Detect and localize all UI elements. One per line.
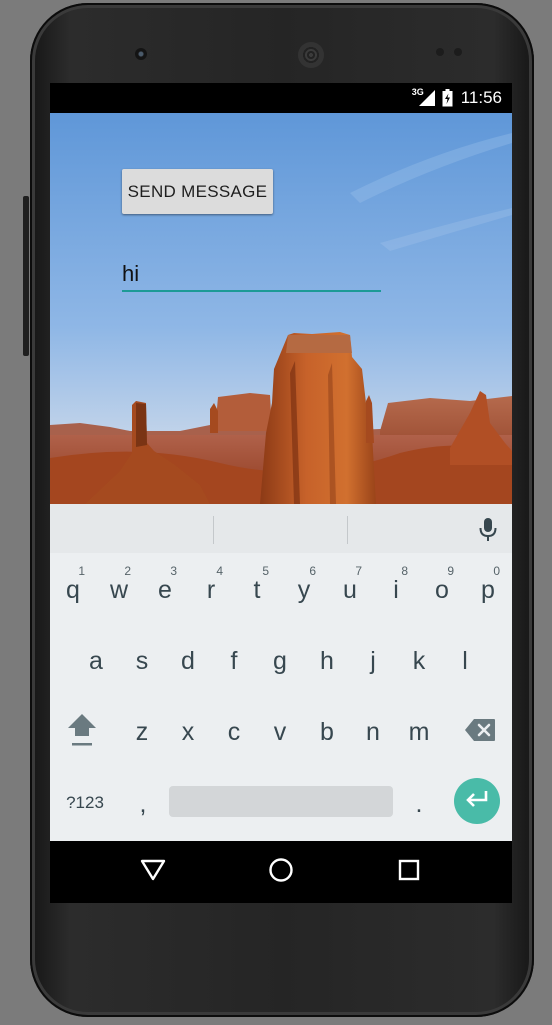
key-e[interactable]: e3 bbox=[148, 565, 182, 610]
home-button[interactable] bbox=[266, 857, 296, 887]
key-l[interactable]: l bbox=[448, 641, 482, 681]
symbols-key[interactable]: ?123 bbox=[62, 784, 108, 820]
soft-keyboard: q1 w2 e3 r4 t5 y6 u7 i8 o9 p0 a s d f g … bbox=[50, 504, 512, 841]
key-h[interactable]: h bbox=[310, 641, 344, 681]
comma-key[interactable]: , bbox=[128, 786, 158, 822]
key-u[interactable]: u7 bbox=[333, 565, 367, 610]
key-w[interactable]: w2 bbox=[102, 565, 136, 610]
network-type: 3G bbox=[411, 87, 424, 97]
volume-rocker bbox=[23, 196, 29, 356]
key-j[interactable]: j bbox=[356, 641, 390, 681]
key-g[interactable]: g bbox=[263, 641, 297, 681]
enter-icon bbox=[464, 789, 490, 814]
backspace-key[interactable] bbox=[460, 714, 500, 750]
light-sensor bbox=[454, 48, 462, 56]
key-z[interactable]: z bbox=[125, 712, 159, 752]
enter-key[interactable] bbox=[454, 778, 500, 824]
mic-icon[interactable] bbox=[478, 517, 498, 548]
key-v[interactable]: v bbox=[263, 712, 297, 752]
key-x[interactable]: x bbox=[171, 712, 205, 752]
key-t[interactable]: t5 bbox=[240, 565, 274, 610]
key-i[interactable]: i8 bbox=[379, 565, 413, 610]
key-a[interactable]: a bbox=[79, 641, 113, 681]
status-clock: 11:56 bbox=[460, 88, 502, 107]
app-content: SEND MESSAGE bbox=[50, 113, 512, 504]
key-p[interactable]: p0 bbox=[471, 565, 505, 610]
back-icon bbox=[140, 858, 166, 887]
proximity-sensor bbox=[436, 48, 444, 56]
key-o[interactable]: o9 bbox=[425, 565, 459, 610]
key-y[interactable]: y6 bbox=[287, 565, 321, 610]
key-b[interactable]: b bbox=[310, 712, 344, 752]
key-q[interactable]: q1 bbox=[56, 565, 90, 610]
front-camera bbox=[135, 48, 147, 60]
key-m[interactable]: m bbox=[402, 712, 436, 752]
recents-button[interactable] bbox=[394, 857, 424, 887]
key-s[interactable]: s bbox=[125, 641, 159, 681]
backspace-icon bbox=[464, 718, 496, 747]
device-screen: 3G 11:56 SEND MESSAGE hi q 1 w 2 e 3 r 4… bbox=[50, 83, 512, 903]
key-n[interactable]: n bbox=[356, 712, 390, 752]
period-key[interactable]: . bbox=[404, 786, 434, 822]
wallpaper-image bbox=[50, 113, 512, 504]
suggestion-divider bbox=[213, 516, 214, 544]
back-button[interactable] bbox=[138, 857, 168, 887]
status-bar: 3G 11:56 bbox=[50, 83, 512, 113]
earpiece-speaker bbox=[298, 42, 324, 68]
navigation-bar bbox=[50, 841, 512, 903]
space-bar[interactable] bbox=[169, 786, 393, 817]
shift-key[interactable] bbox=[62, 710, 102, 754]
recents-icon bbox=[398, 859, 420, 886]
key-k[interactable]: k bbox=[402, 641, 436, 681]
key-r[interactable]: r4 bbox=[194, 565, 228, 610]
key-f[interactable]: f bbox=[217, 641, 251, 681]
home-icon bbox=[268, 857, 294, 888]
shift-icon bbox=[65, 710, 99, 755]
key-d[interactable]: d bbox=[171, 641, 205, 681]
suggestion-divider bbox=[347, 516, 348, 544]
send-message-button[interactable]: SEND MESSAGE bbox=[122, 169, 273, 214]
suggestion-strip bbox=[50, 504, 512, 553]
battery-icon bbox=[442, 89, 453, 107]
key-c[interactable]: c bbox=[217, 712, 251, 752]
message-input[interactable] bbox=[122, 258, 381, 292]
